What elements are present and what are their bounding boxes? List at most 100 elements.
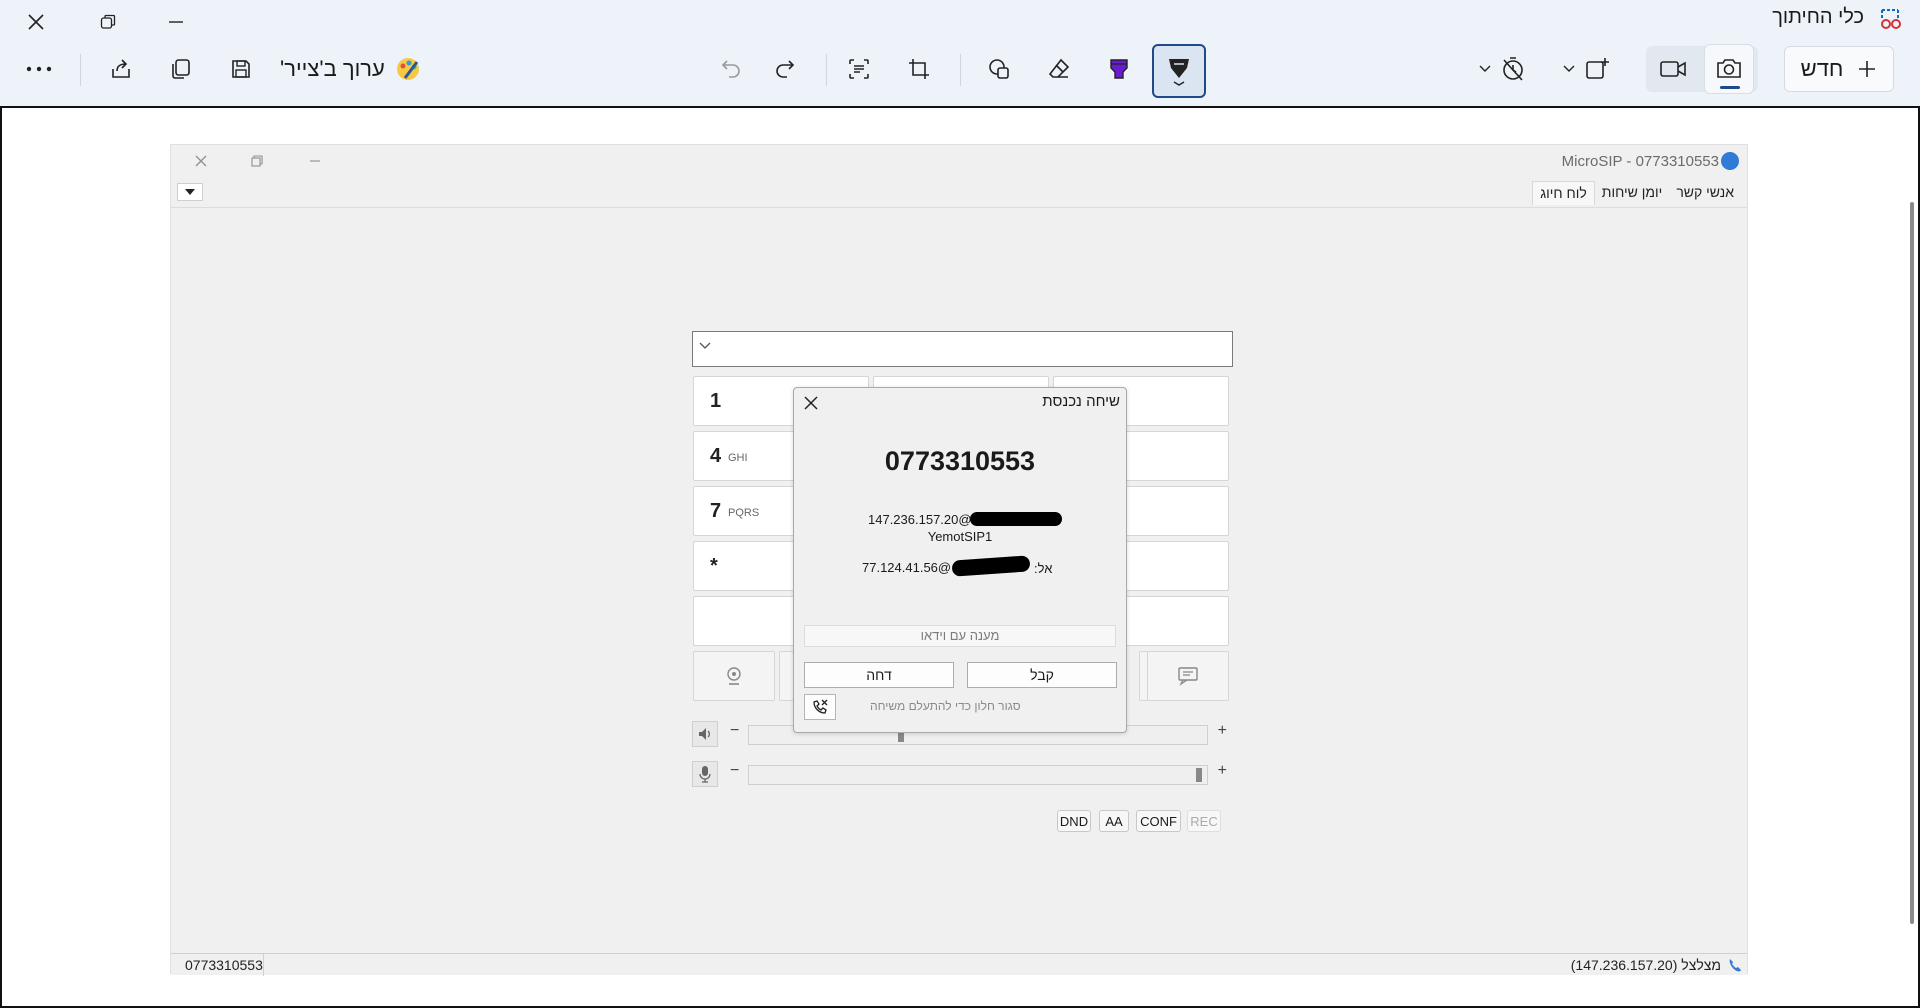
highlighter-button[interactable] (1094, 44, 1144, 94)
message-icon (1178, 667, 1198, 686)
restore-window-button[interactable] (86, 6, 130, 38)
key-1-digit: 1 (710, 390, 722, 412)
restore-icon (251, 155, 263, 167)
ballpoint-pen-button[interactable] (1152, 44, 1206, 98)
timer-icon (1503, 57, 1523, 81)
conference-button[interactable]: CONF (1136, 810, 1181, 832)
copy-button[interactable] (156, 44, 206, 94)
microsip-restore-button[interactable] (237, 149, 277, 173)
shapes-icon (989, 59, 1009, 79)
new-snip-label: חדש (1800, 56, 1844, 81)
plus-icon: + (1217, 762, 1227, 779)
screenshot-mode-button[interactable] (1704, 44, 1754, 94)
video-icon (1660, 61, 1686, 77)
eraser-icon (1048, 58, 1070, 78)
minus-icon: − (730, 762, 740, 779)
auto-answer-button[interactable]: AA (1099, 810, 1129, 832)
edit-in-paint-button[interactable]: ערוך ב'צייר' (280, 47, 421, 91)
share-icon (112, 59, 130, 78)
mic-mute-button[interactable] (692, 761, 718, 787)
to-label: אל: (1034, 561, 1053, 576)
speaker-mute-button[interactable] (692, 721, 718, 747)
more-icon (26, 66, 52, 72)
microsip-close-button[interactable] (181, 149, 221, 173)
divider (171, 207, 1747, 208)
caller-number: 0773310553 (884, 446, 1036, 476)
speaker-icon (699, 728, 710, 740)
toolbar-separator (960, 54, 961, 86)
toolbar-separator (826, 54, 827, 86)
microsip-title: MicroSIP - 0773310553 (1561, 153, 1719, 170)
key-7-letters: PQRS (728, 507, 760, 519)
ringing-phone-icon (1729, 959, 1741, 972)
camera-icon (1717, 59, 1741, 78)
close-window-button[interactable] (14, 6, 58, 38)
redaction-mark (970, 512, 1062, 526)
new-snip-button[interactable]: חדש (1784, 46, 1894, 92)
microsip-menu-dropdown[interactable] (177, 183, 203, 201)
text-actions-button[interactable] (834, 44, 884, 94)
video-mode-button[interactable] (1648, 44, 1698, 94)
save-icon (232, 60, 250, 78)
plus-icon: + (1217, 722, 1227, 739)
eraser-button[interactable] (1034, 44, 1084, 94)
minimize-icon (169, 21, 183, 23)
record-button[interactable]: REC (1187, 810, 1221, 832)
tab-call-log[interactable]: יומן שיחות (1595, 181, 1670, 205)
status-account-number: 0773310553 (185, 957, 263, 973)
message-button[interactable] (1147, 651, 1229, 701)
dnd-button[interactable]: DND (1057, 810, 1091, 832)
accept-call-button[interactable]: קבל (967, 662, 1117, 688)
more-options-button[interactable] (14, 44, 64, 94)
redo-icon (776, 60, 795, 78)
dialog-close-button[interactable] (800, 392, 822, 414)
caller-address: 147.236.157.20@ (868, 512, 972, 527)
tab-dialpad[interactable]: לוח חיוג (1532, 181, 1595, 205)
toolbar: ערוך ב'צייר' חדש (0, 44, 1920, 106)
active-mode-indicator (1720, 86, 1740, 89)
undo-button[interactable] (706, 44, 756, 94)
callee-address: 77.124.41.56@ (862, 560, 952, 575)
title-bar: כלי החיתוך (0, 0, 1920, 44)
timer-button[interactable] (1488, 44, 1538, 94)
paint-icon (396, 58, 419, 80)
shapes-button[interactable] (974, 44, 1024, 94)
status-ringing-text: מצלצל (147.236.157.20) (1570, 957, 1721, 973)
edit-in-paint-label: ערוך ב'צייר' (280, 56, 385, 81)
crop-button[interactable] (894, 44, 944, 94)
redaction-mark (951, 555, 1031, 577)
mic-volume-slider[interactable] (748, 765, 1208, 785)
mic-volume-thumb[interactable] (1196, 768, 1202, 782)
minus-icon: − (730, 722, 740, 739)
dial-number-combobox[interactable] (692, 331, 1233, 367)
save-button[interactable] (216, 44, 266, 94)
ballpoint-pen-icon (1169, 59, 1189, 86)
microphone-icon (699, 766, 711, 783)
crop-icon (909, 59, 929, 79)
snip-mode-button[interactable] (1572, 44, 1622, 94)
close-icon (28, 14, 44, 30)
mic-volume-row: − + (692, 759, 1233, 789)
share-button[interactable] (96, 44, 146, 94)
tab-contacts[interactable]: אנשי קשר (1669, 181, 1741, 205)
screenshot-canvas[interactable]: MicroSIP - 0773310553 לוח חיוג יומן שיחו… (0, 106, 1920, 1008)
ignore-call-button[interactable] (804, 694, 836, 720)
microsip-minimize-button[interactable] (295, 149, 335, 173)
close-icon (195, 155, 207, 167)
redo-button[interactable] (760, 44, 810, 94)
minimize-window-button[interactable] (154, 6, 198, 38)
dialog-title: שיחה נכנסת (1042, 393, 1120, 410)
snip-mode-icon (1586, 58, 1609, 79)
plus-icon (1859, 61, 1876, 77)
caret-down-icon (185, 189, 195, 195)
key-4-letters: GHI (728, 452, 748, 464)
copy-icon (172, 59, 190, 79)
microsip-tabs: לוח חיוג יומן שיחות אנשי קשר (1532, 181, 1741, 205)
reject-call-button[interactable]: דחה (804, 662, 954, 688)
video-call-button[interactable] (693, 651, 775, 701)
answer-with-video-button[interactable]: מענה עם וידאו (804, 625, 1116, 647)
toolbar-separator (80, 54, 81, 86)
undo-icon (721, 60, 740, 78)
vertical-scrollbar[interactable] (1910, 202, 1914, 924)
webcam-icon (727, 667, 741, 685)
